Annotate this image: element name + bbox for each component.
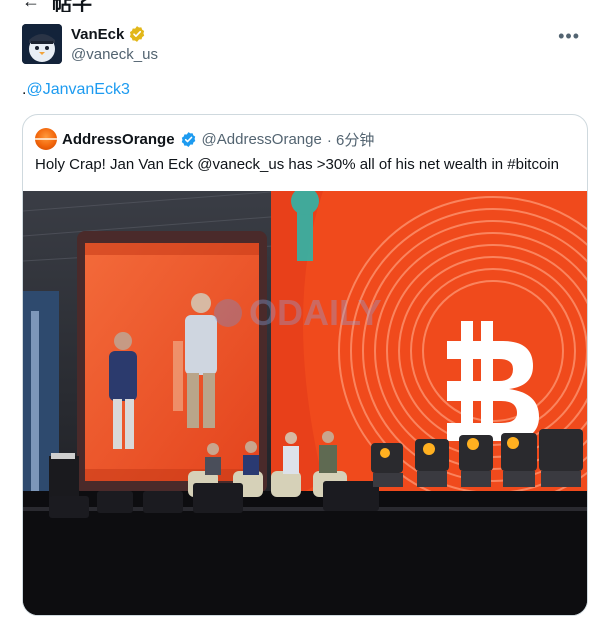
author-name[interactable]: VanEck: [71, 26, 124, 43]
penguin-avatar-icon: [22, 24, 62, 64]
tweet-photo[interactable]: ODAILY: [23, 191, 587, 615]
tweet-text: .@JanvanEck3: [22, 81, 130, 99]
avatar[interactable]: [22, 24, 62, 64]
quoted-tweet-card[interactable]: AddressOrange @AddressOrange · 6分钟 Holy …: [22, 114, 588, 616]
mention-link[interactable]: @JanvanEck3: [26, 81, 129, 98]
more-options-icon[interactable]: •••: [558, 26, 580, 47]
tweet-author: VanEck @vaneck_us •••: [22, 24, 582, 68]
page-title: 帖子: [52, 0, 92, 12]
conference-stage-photo-icon: ODAILY: [23, 191, 587, 615]
blue-verified-icon: [181, 131, 195, 147]
back-arrow-icon[interactable]: ←: [22, 0, 40, 12]
gold-verified-icon: [130, 26, 145, 42]
author-handle[interactable]: @vaneck_us: [71, 46, 158, 63]
quoted-author-handle[interactable]: @AddressOrange: [202, 131, 322, 148]
orange-avatar-icon[interactable]: [35, 128, 57, 150]
author-name-line: VanEck: [71, 25, 146, 43]
watermark-text: ODAILY: [249, 292, 382, 333]
quoted-author-name[interactable]: AddressOrange: [62, 131, 175, 148]
quoted-time: · 6分钟: [326, 131, 375, 149]
top-bar: ← 帖子: [0, 0, 602, 12]
quoted-tweet-header: AddressOrange @AddressOrange · 6分钟: [35, 128, 374, 150]
quoted-tweet-text: Holy Crap! Jan Van Eck @vaneck_us has >3…: [35, 156, 559, 173]
